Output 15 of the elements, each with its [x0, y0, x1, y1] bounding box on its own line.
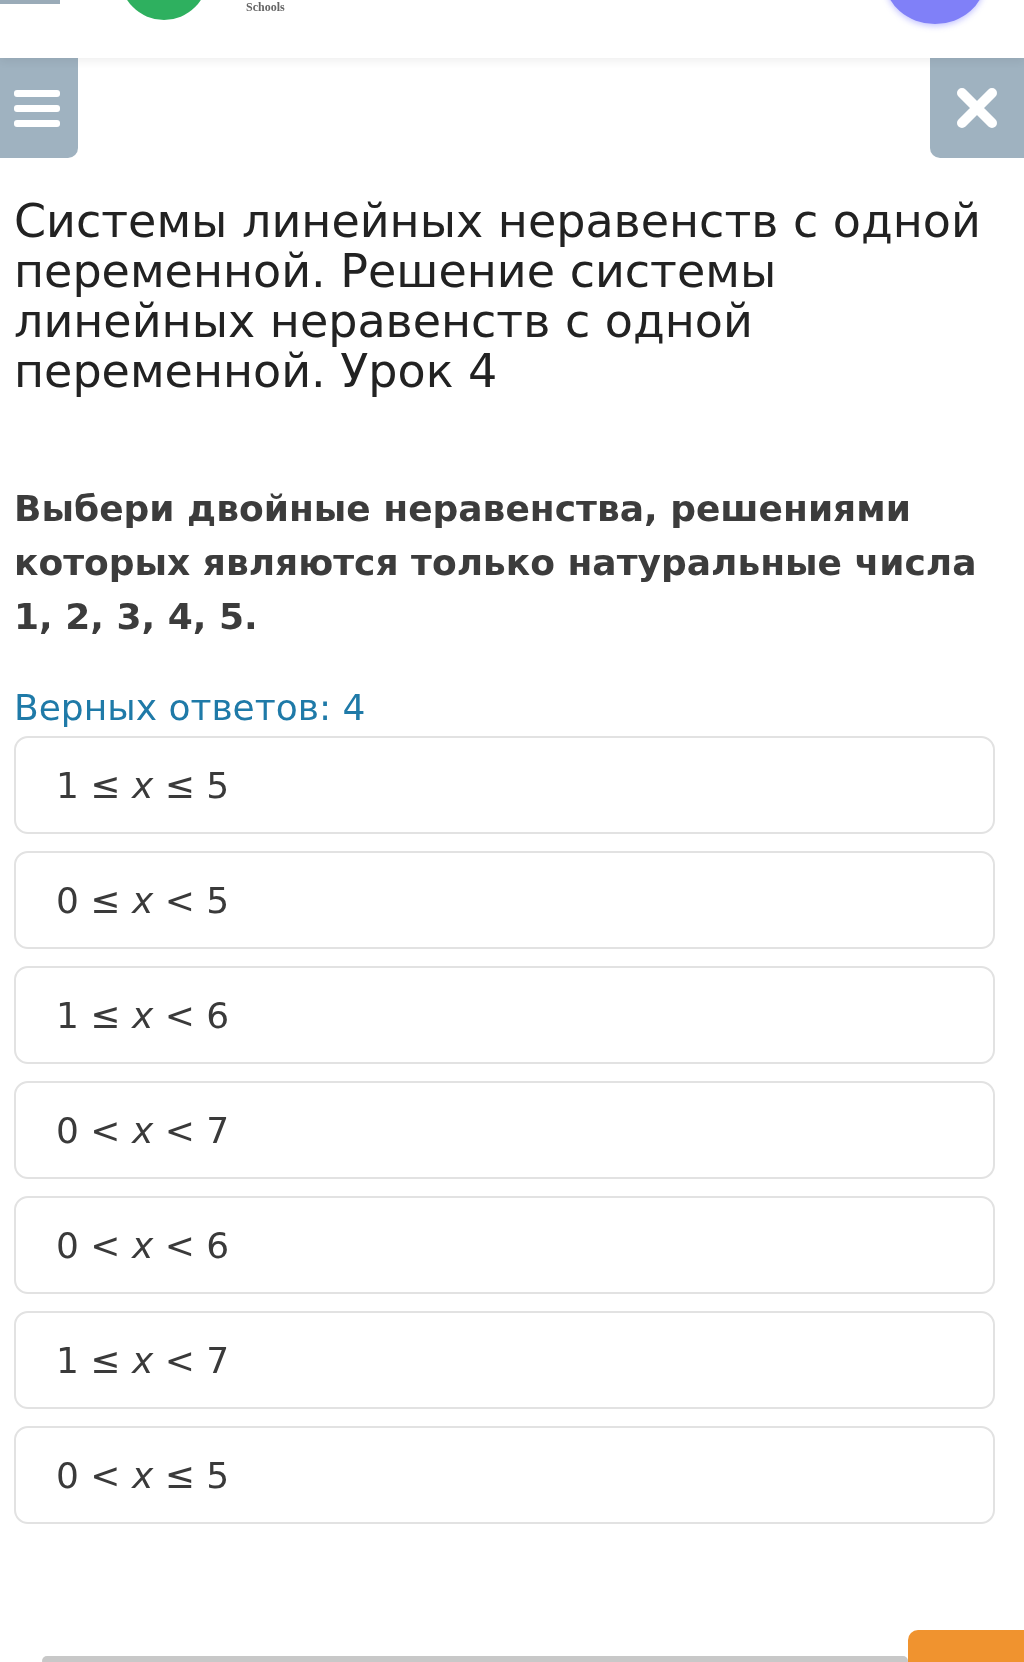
menu-button[interactable]: [0, 58, 78, 158]
answer-option[interactable]: 1 ≤ x < 7: [14, 1311, 995, 1409]
question-text: Выбери двойные неравенства, решениями которых являются только натуральные числа 1, 2, 3, 4, 5.: [14, 487, 978, 639]
close-icon: [956, 87, 998, 129]
answer-option[interactable]: 0 ≤ x < 5: [14, 851, 995, 949]
answer-option[interactable]: 0 < x ≤ 5: [14, 1426, 995, 1524]
answer-option[interactable]: 1 ≤ x ≤ 5: [14, 736, 995, 834]
logo-text: Schools: [246, 0, 285, 15]
answer-option[interactable]: 0 < x < 7: [14, 1081, 995, 1179]
correct-answers-count: Верных ответов: 4: [14, 686, 367, 730]
lesson-title: Системы линейных неравенств с одной переменной. Решение системы линейных неравенств с одной переменной. Урок 4: [14, 196, 982, 396]
close-button[interactable]: [930, 58, 1024, 158]
answer-option[interactable]: 0 < x < 6: [14, 1196, 995, 1294]
answer-option[interactable]: 1 ≤ x < 6: [14, 966, 995, 1064]
header-bar: [0, 0, 60, 4]
